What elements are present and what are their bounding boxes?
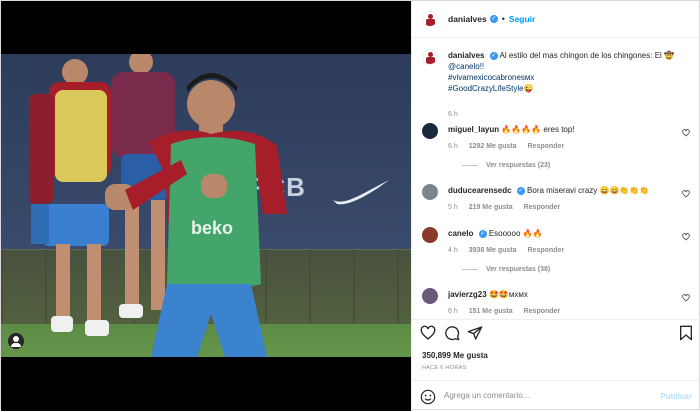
comment-likes[interactable]: 1282 Me gusta: [469, 143, 517, 150]
comment-username[interactable]: javierzg23: [448, 290, 487, 299]
add-comment-bar: Publicar: [412, 380, 700, 412]
comment-meta: 6 h 151 Me gusta Responder: [448, 308, 569, 315]
post-photo[interactable]: / FCB: [1, 54, 411, 357]
comment-text: 🔥🔥🔥🔥 eres top!: [501, 125, 575, 134]
commenter-avatar[interactable]: [422, 184, 438, 200]
reply-button[interactable]: Responder: [524, 204, 561, 211]
verified-badge-icon: ✓: [489, 51, 498, 60]
post-media[interactable]: / FCB: [1, 1, 411, 411]
verified-badge-icon: ✓: [489, 15, 498, 23]
likes-count[interactable]: 350,899 Me gusta: [422, 351, 488, 360]
comment-time[interactable]: 4 h: [448, 247, 458, 254]
comment-time[interactable]: 6 h: [448, 143, 458, 150]
post-header: danialves ✓ • Seguir: [412, 1, 700, 38]
verified-badge-icon: ✓: [516, 186, 525, 195]
comment-text: Bora miseravi crazy 😄😄👏👏👏: [527, 186, 650, 195]
publish-button[interactable]: Publicar: [660, 392, 692, 401]
comment-likes[interactable]: 219 Me gusta: [469, 204, 513, 211]
caption-hashtag-2[interactable]: #GoodCrazyLifeStyle😜: [448, 84, 534, 93]
comment-text-block: javierzg23 🤩🤩мхмх: [448, 289, 678, 300]
post-side-panel: danialves ✓ • Seguir danialves ✓ Al esti…: [411, 1, 700, 411]
comment-username[interactable]: miguel_layun: [448, 125, 499, 134]
comment-like-heart-icon[interactable]: [682, 129, 690, 137]
separator-dot: •: [501, 14, 505, 24]
author-username[interactable]: danialves: [448, 14, 487, 24]
comment-like-heart-icon[interactable]: [682, 294, 690, 302]
comment-text: 🤩🤩мхмх: [488, 290, 528, 299]
comment-username[interactable]: duducearensedc: [448, 186, 512, 195]
comment-likes[interactable]: 3938 Me gusta: [469, 247, 517, 254]
svg-text:beko: beko: [191, 218, 233, 238]
reply-button[interactable]: Responder: [528, 143, 565, 150]
comment-meta: 6 h 1282 Me gusta Responder: [448, 143, 573, 150]
comment-meta: 5 h 219 Me gusta Responder: [448, 204, 569, 211]
comment-row: canelo ✓ Esooooo 🔥🔥 4 h 3938 Me gusta Re…: [422, 227, 694, 273]
comment-time[interactable]: 5 h: [448, 204, 458, 211]
comment-text-block: canelo ✓ Esooooo 🔥🔥: [448, 228, 678, 239]
share-icon[interactable]: [467, 325, 483, 341]
instagram-post-window: / FCB: [0, 0, 700, 411]
tagged-user-icon[interactable]: [8, 333, 24, 349]
commenter-avatar[interactable]: [422, 227, 438, 243]
comment-input[interactable]: [444, 391, 644, 400]
verified-badge-icon: ✓: [478, 229, 487, 238]
view-replies-button[interactable]: Ver respuestas (38): [462, 266, 550, 273]
caption-mention[interactable]: @canelo!!: [448, 62, 484, 71]
commenter-avatar[interactable]: [422, 288, 438, 304]
comment-icon[interactable]: [444, 325, 460, 341]
smiley-icon[interactable]: [420, 389, 436, 405]
reply-button[interactable]: Responder: [528, 247, 565, 254]
comment-like-heart-icon[interactable]: [682, 233, 690, 241]
comment-text-block: duducearensedc ✓ Bora miseravi crazy 😄😄👏…: [448, 185, 678, 196]
reply-button[interactable]: Responder: [524, 308, 561, 315]
heart-icon[interactable]: [420, 325, 436, 341]
caption-author-avatar[interactable]: [422, 49, 438, 65]
comment-username[interactable]: canelo: [448, 229, 473, 238]
follow-button[interactable]: Seguir: [509, 14, 535, 24]
post-actions: 350,899 Me gusta HACE 6 HORAS Publicar: [412, 319, 700, 411]
caption-text-block: danialves ✓ Al estilo del mas chingon de…: [448, 50, 678, 94]
caption-text: Al estilo del mas chingon de los chingon…: [499, 51, 674, 60]
bookmark-icon[interactable]: [678, 325, 694, 341]
caption-username[interactable]: danialves: [448, 51, 484, 60]
post-time-ago[interactable]: HACE 6 HORAS: [422, 365, 467, 371]
comment-likes[interactable]: 151 Me gusta: [469, 308, 513, 315]
comment-row: javierzg23 🤩🤩мхмх 6 h 151 Me gusta Respo…: [422, 288, 694, 315]
comments-list[interactable]: danialves ✓ Al estilo del mas chingon de…: [412, 39, 700, 319]
view-replies-button[interactable]: Ver respuestas (23): [462, 162, 550, 169]
comment-text-block: miguel_layun 🔥🔥🔥🔥 eres top!: [448, 124, 678, 135]
comment-text: Esooooo 🔥🔥: [488, 229, 543, 238]
commenter-avatar[interactable]: [422, 123, 438, 139]
caption-meta: 6 h: [448, 111, 467, 118]
comment-row: miguel_layun 🔥🔥🔥🔥 eres top! 6 h 1282 Me …: [422, 123, 694, 169]
caption-hashtag-1[interactable]: #vivamexicocabronesмx: [448, 73, 534, 82]
comment-like-heart-icon[interactable]: [682, 190, 690, 198]
caption-time[interactable]: 6 h: [448, 111, 458, 118]
comment-meta: 4 h 3938 Me gusta Responder: [448, 247, 573, 254]
comment-row: duducearensedc ✓ Bora miseravi crazy 😄😄👏…: [422, 184, 694, 211]
comment-time[interactable]: 6 h: [448, 308, 458, 315]
main-player: beko: [105, 73, 287, 357]
author-avatar[interactable]: [422, 11, 438, 27]
